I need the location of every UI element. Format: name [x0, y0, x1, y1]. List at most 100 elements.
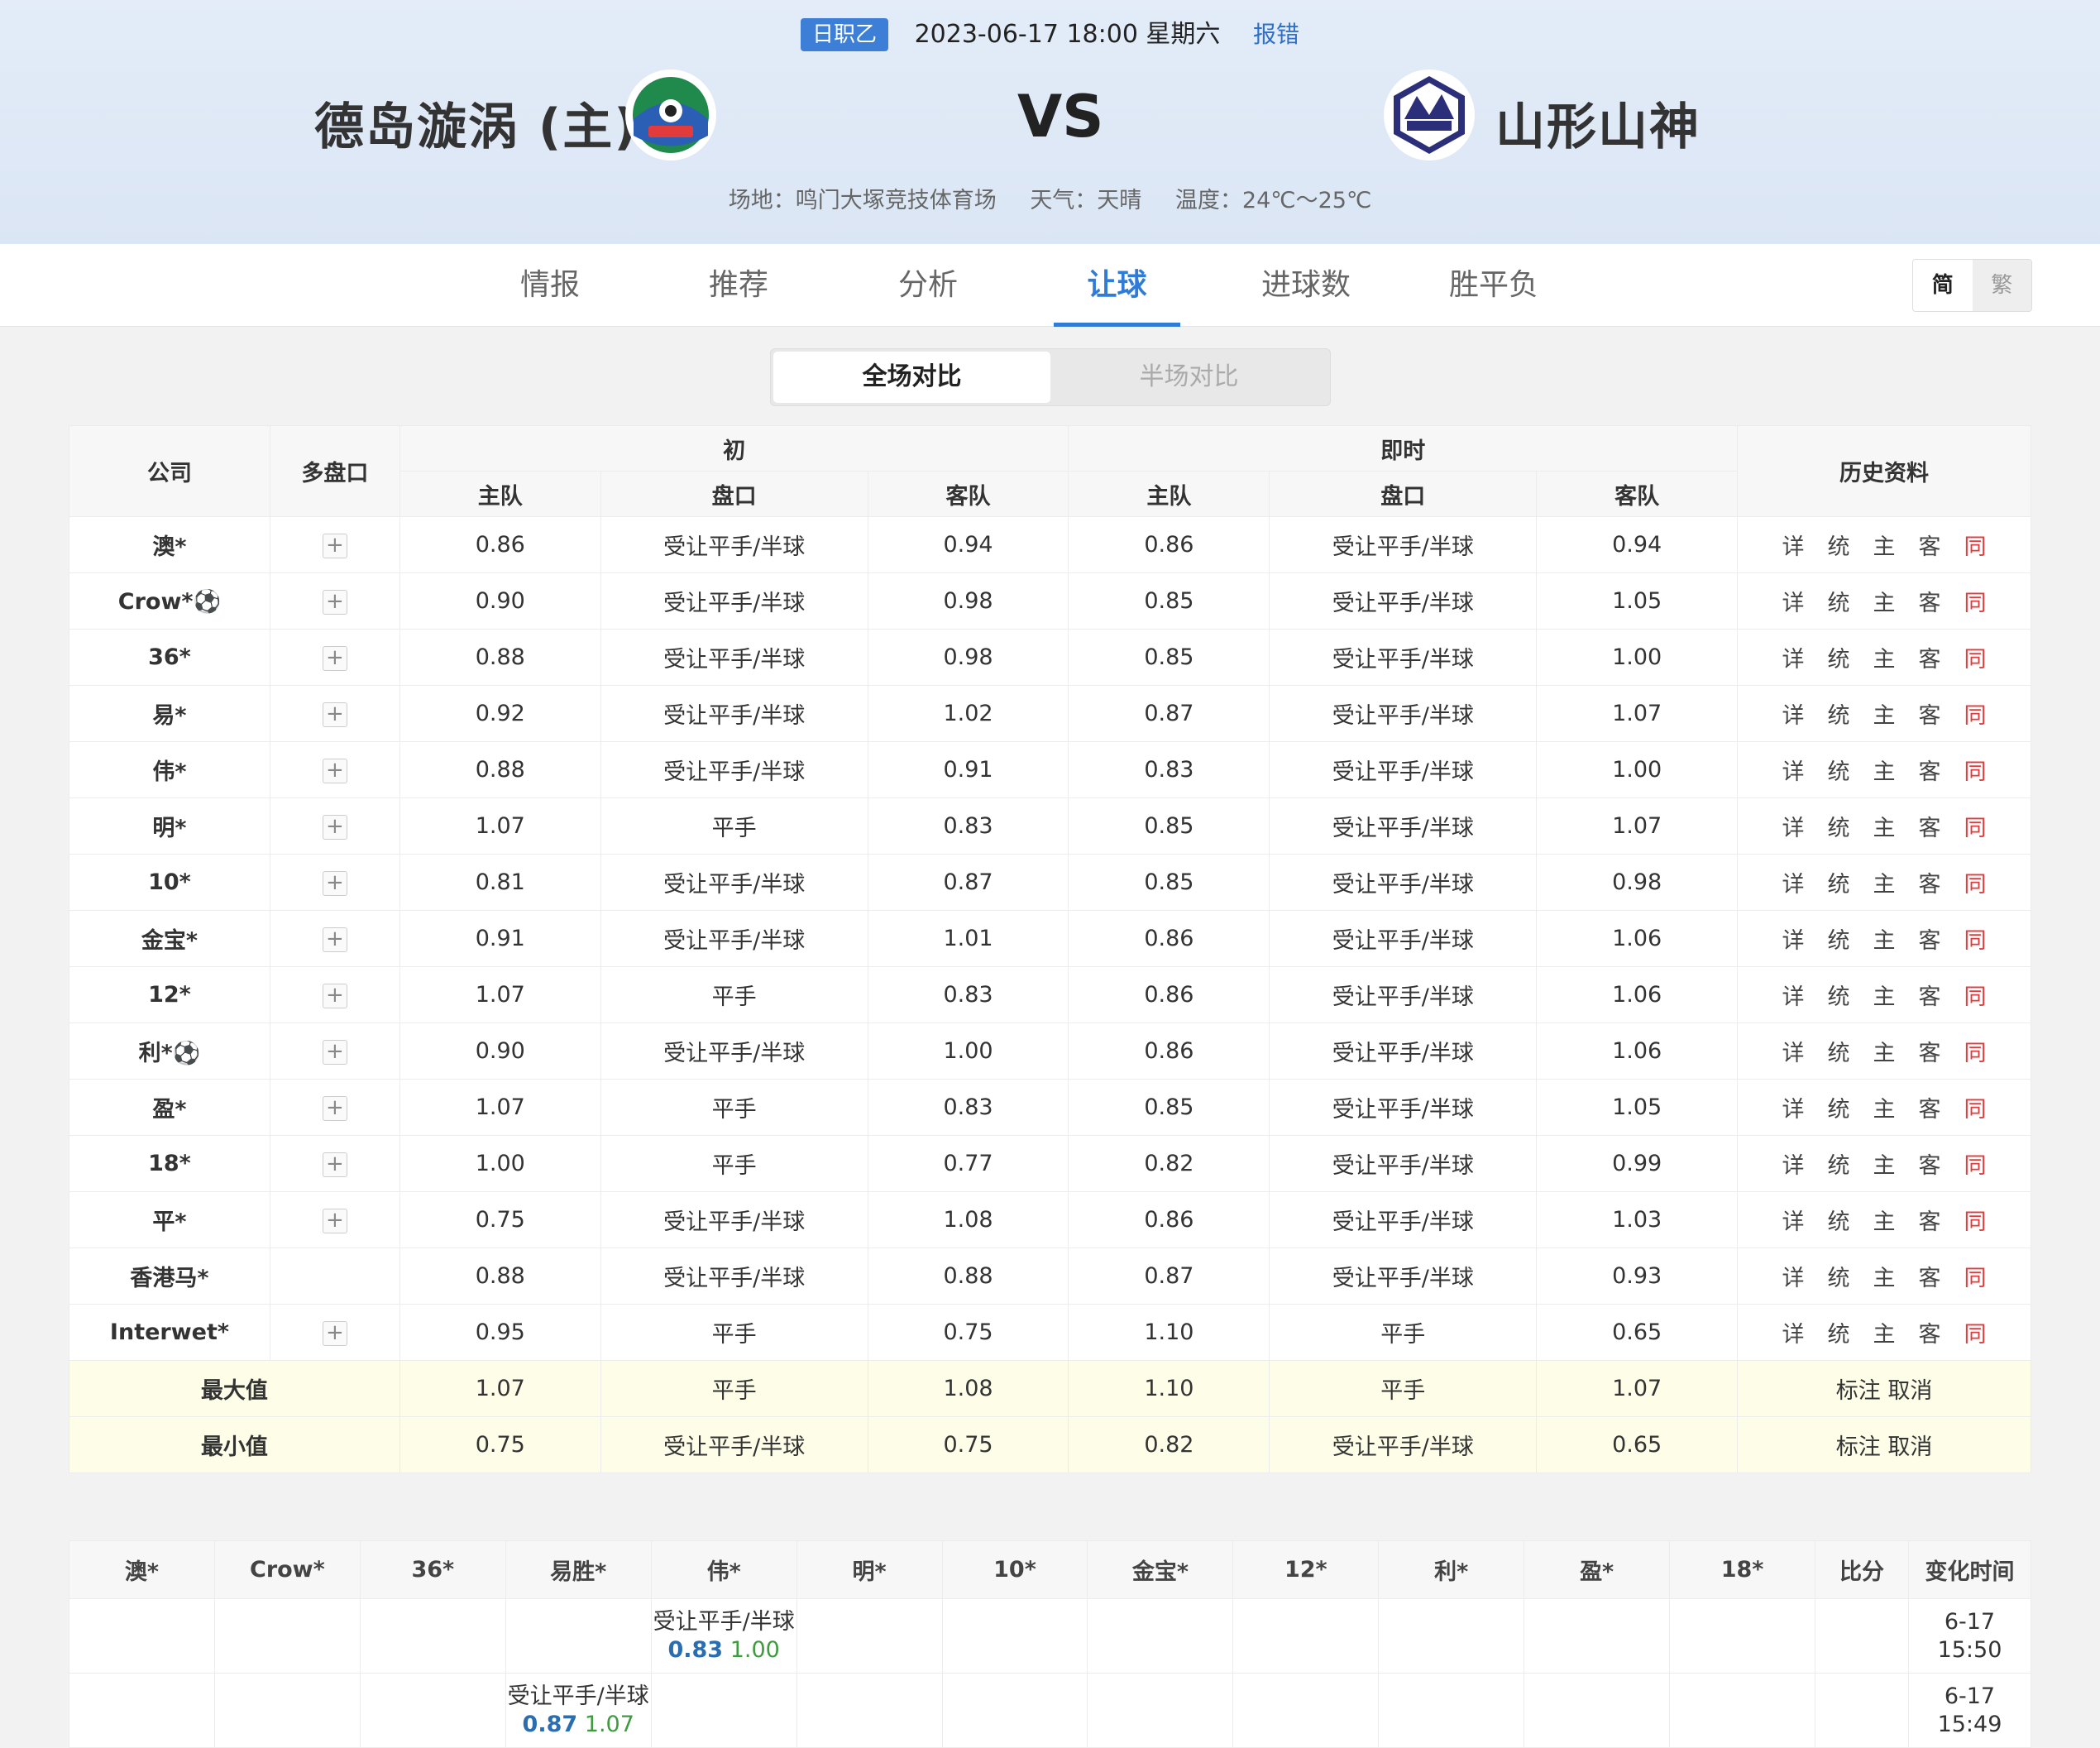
tab-handicap[interactable]: 让球 — [1054, 244, 1180, 327]
expand-plus-icon[interactable]: + — [322, 1208, 347, 1233]
stats-link[interactable]: 统 — [1828, 529, 1850, 561]
expand-plus-icon[interactable]: + — [322, 814, 347, 840]
away-link[interactable]: 客 — [1919, 1091, 1941, 1123]
away-link[interactable]: 客 — [1919, 1316, 1941, 1348]
away-link[interactable]: 客 — [1919, 1260, 1941, 1292]
home-link[interactable]: 主 — [1873, 1035, 1896, 1067]
away-link[interactable]: 客 — [1919, 585, 1941, 617]
stats-link[interactable]: 统 — [1828, 641, 1850, 673]
expand-plus-icon[interactable]: + — [322, 1095, 347, 1121]
detail-link[interactable]: 详 — [1782, 866, 1805, 898]
away-link[interactable]: 客 — [1919, 697, 1941, 730]
detail-link[interactable]: 详 — [1782, 922, 1805, 955]
lang-traditional-button[interactable]: 繁 — [1972, 260, 2031, 311]
stats-link[interactable]: 统 — [1828, 1204, 1850, 1236]
away-link[interactable]: 客 — [1919, 866, 1941, 898]
same-link[interactable]: 同 — [1964, 979, 1987, 1011]
company-name[interactable]: Crow*⚽ — [69, 572, 270, 630]
away-link[interactable]: 客 — [1919, 810, 1941, 842]
tab-1x2[interactable]: 胜平负 — [1428, 244, 1560, 327]
home-link[interactable]: 主 — [1873, 1147, 1896, 1180]
same-link[interactable]: 同 — [1964, 1147, 1987, 1180]
stats-link[interactable]: 统 — [1828, 1260, 1850, 1292]
expand-plus-icon[interactable]: + — [322, 645, 347, 671]
half-time-compare-button[interactable]: 半场对比 — [1050, 352, 1327, 403]
stats-link[interactable]: 统 — [1828, 1035, 1850, 1067]
company-name[interactable]: 易* — [69, 685, 270, 742]
company-name[interactable]: 盈* — [69, 1079, 270, 1136]
same-link[interactable]: 同 — [1964, 529, 1987, 561]
away-link[interactable]: 客 — [1919, 1147, 1941, 1180]
company-name[interactable]: 明* — [69, 797, 270, 855]
stats-link[interactable]: 统 — [1828, 810, 1850, 842]
away-link[interactable]: 客 — [1919, 529, 1941, 561]
away-team-name[interactable]: 山形山神 — [1495, 87, 1701, 159]
detail-link[interactable]: 详 — [1782, 1260, 1805, 1292]
detail-link[interactable]: 详 — [1782, 1147, 1805, 1180]
home-link[interactable]: 主 — [1873, 866, 1896, 898]
detail-link[interactable]: 详 — [1782, 1091, 1805, 1123]
expand-plus-icon[interactable]: + — [322, 1320, 347, 1346]
company-name[interactable]: 36* — [69, 629, 270, 686]
tab-intel[interactable]: 情报 — [484, 244, 616, 327]
detail-link[interactable]: 详 — [1782, 641, 1805, 673]
away-link[interactable]: 客 — [1919, 754, 1941, 786]
home-link[interactable]: 主 — [1873, 641, 1896, 673]
tab-recommend[interactable]: 推荐 — [672, 244, 805, 327]
tab-analysis[interactable]: 分析 — [862, 244, 994, 327]
company-name[interactable]: 香港马* — [69, 1248, 270, 1305]
same-link[interactable]: 同 — [1964, 1204, 1987, 1236]
expand-plus-icon[interactable]: + — [322, 983, 347, 1008]
company-name[interactable]: Interwet* — [69, 1304, 270, 1361]
company-name[interactable]: 金宝* — [69, 910, 270, 967]
detail-link[interactable]: 详 — [1782, 1316, 1805, 1348]
same-link[interactable]: 同 — [1964, 641, 1987, 673]
stats-link[interactable]: 统 — [1828, 754, 1850, 786]
away-link[interactable]: 客 — [1919, 922, 1941, 955]
company-name[interactable]: 12* — [69, 966, 270, 1023]
same-link[interactable]: 同 — [1964, 866, 1987, 898]
detail-link[interactable]: 详 — [1782, 529, 1805, 561]
company-name[interactable]: 澳* — [69, 516, 270, 573]
expand-plus-icon[interactable]: + — [322, 758, 347, 783]
detail-link[interactable]: 详 — [1782, 1204, 1805, 1236]
mark-cancel-links[interactable]: 标注 取消 — [1737, 1360, 2031, 1417]
stats-link[interactable]: 统 — [1828, 585, 1850, 617]
stats-link[interactable]: 统 — [1828, 697, 1850, 730]
away-link[interactable]: 客 — [1919, 979, 1941, 1011]
home-link[interactable]: 主 — [1873, 979, 1896, 1011]
expand-plus-icon[interactable]: + — [322, 533, 347, 558]
detail-link[interactable]: 详 — [1782, 810, 1805, 842]
lang-simplified-button[interactable]: 简 — [1913, 260, 1973, 311]
stats-link[interactable]: 统 — [1828, 866, 1850, 898]
expand-plus-icon[interactable]: + — [322, 589, 347, 615]
detail-link[interactable]: 详 — [1782, 585, 1805, 617]
expand-plus-icon[interactable]: + — [322, 870, 347, 896]
away-link[interactable]: 客 — [1919, 1035, 1941, 1067]
away-team-logo[interactable] — [1384, 69, 1475, 160]
company-name[interactable]: 利*⚽ — [69, 1022, 270, 1080]
home-link[interactable]: 主 — [1873, 1204, 1896, 1236]
same-link[interactable]: 同 — [1964, 754, 1987, 786]
same-link[interactable]: 同 — [1964, 585, 1987, 617]
home-team-name[interactable]: 德岛漩涡 (主) — [314, 87, 639, 159]
stats-link[interactable]: 统 — [1828, 1147, 1850, 1180]
same-link[interactable]: 同 — [1964, 1260, 1987, 1292]
detail-link[interactable]: 详 — [1782, 979, 1805, 1011]
same-link[interactable]: 同 — [1964, 697, 1987, 730]
home-link[interactable]: 主 — [1873, 754, 1896, 786]
mark-cancel-links[interactable]: 标注 取消 — [1737, 1416, 2031, 1473]
home-link[interactable]: 主 — [1873, 1316, 1896, 1348]
stats-link[interactable]: 统 — [1828, 922, 1850, 955]
home-link[interactable]: 主 — [1873, 529, 1896, 561]
expand-plus-icon[interactable]: + — [322, 702, 347, 727]
stats-link[interactable]: 统 — [1828, 1316, 1850, 1348]
home-link[interactable]: 主 — [1873, 1260, 1896, 1292]
home-link[interactable]: 主 — [1873, 697, 1896, 730]
stats-link[interactable]: 统 — [1828, 1091, 1850, 1123]
same-link[interactable]: 同 — [1964, 1091, 1987, 1123]
same-link[interactable]: 同 — [1964, 1035, 1987, 1067]
same-link[interactable]: 同 — [1964, 1316, 1987, 1348]
away-link[interactable]: 客 — [1919, 1204, 1941, 1236]
full-time-compare-button[interactable]: 全场对比 — [773, 352, 1050, 403]
